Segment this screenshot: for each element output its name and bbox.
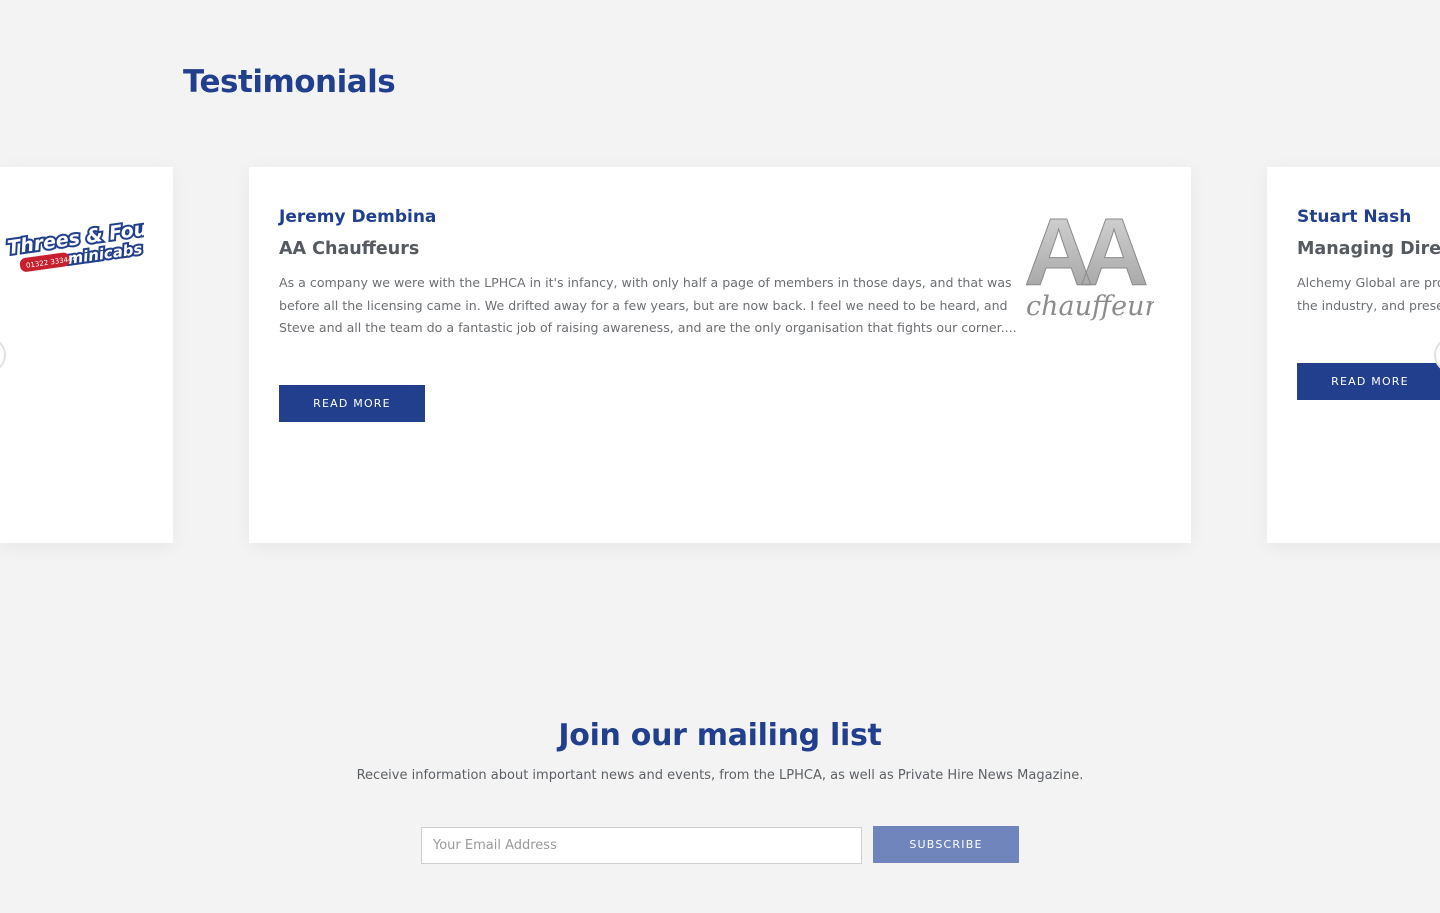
quote-line: Alchemy Global are pro [1297,275,1440,290]
aa-chauffeurs-logo: AA chauffeurs [1024,203,1154,322]
testimonial-company: AA Chauffeurs [279,239,420,259]
testimonials-title: Testimonials [183,64,396,100]
subscribe-button[interactable]: SUBSCRIBE [873,826,1019,863]
quote-line: the industry, and preser [1297,297,1440,313]
read-more-button[interactable]: READ MORE [1297,363,1440,400]
testimonial-company: Managing Direc [1297,239,1440,259]
testimonial-quote: As a company we were with the LPHCA in i… [279,275,1017,336]
testimonial-card-active: Jeremy Dembina AA Chauffeurs As a compan… [249,167,1191,543]
testimonial-card-previous: Threes & Fours minicabs 01322 333444 [0,167,173,543]
read-more-button[interactable]: READ MORE [279,385,425,422]
testimonial-name: Stuart Nash [1297,207,1412,227]
page: Testimonials Threes & Fours minicabs 013… [0,0,1440,913]
testimonial-card-next: Stuart Nash Managing Direc Alchemy Globa… [1267,167,1440,543]
mailing-list-title: Join our mailing list [558,718,882,753]
email-input[interactable] [421,827,862,864]
testimonial-name: Jeremy Dembina [279,207,437,227]
threes-and-fours-logo: Threes & Fours minicabs 01322 333444 [4,217,144,272]
testimonial-quote: Alchemy Global are pro the industry, and … [1297,272,1440,317]
logo-text-chauffeurs: chauffeurs [1026,291,1154,322]
mailing-list-subtitle: Receive information about important news… [356,768,1084,783]
